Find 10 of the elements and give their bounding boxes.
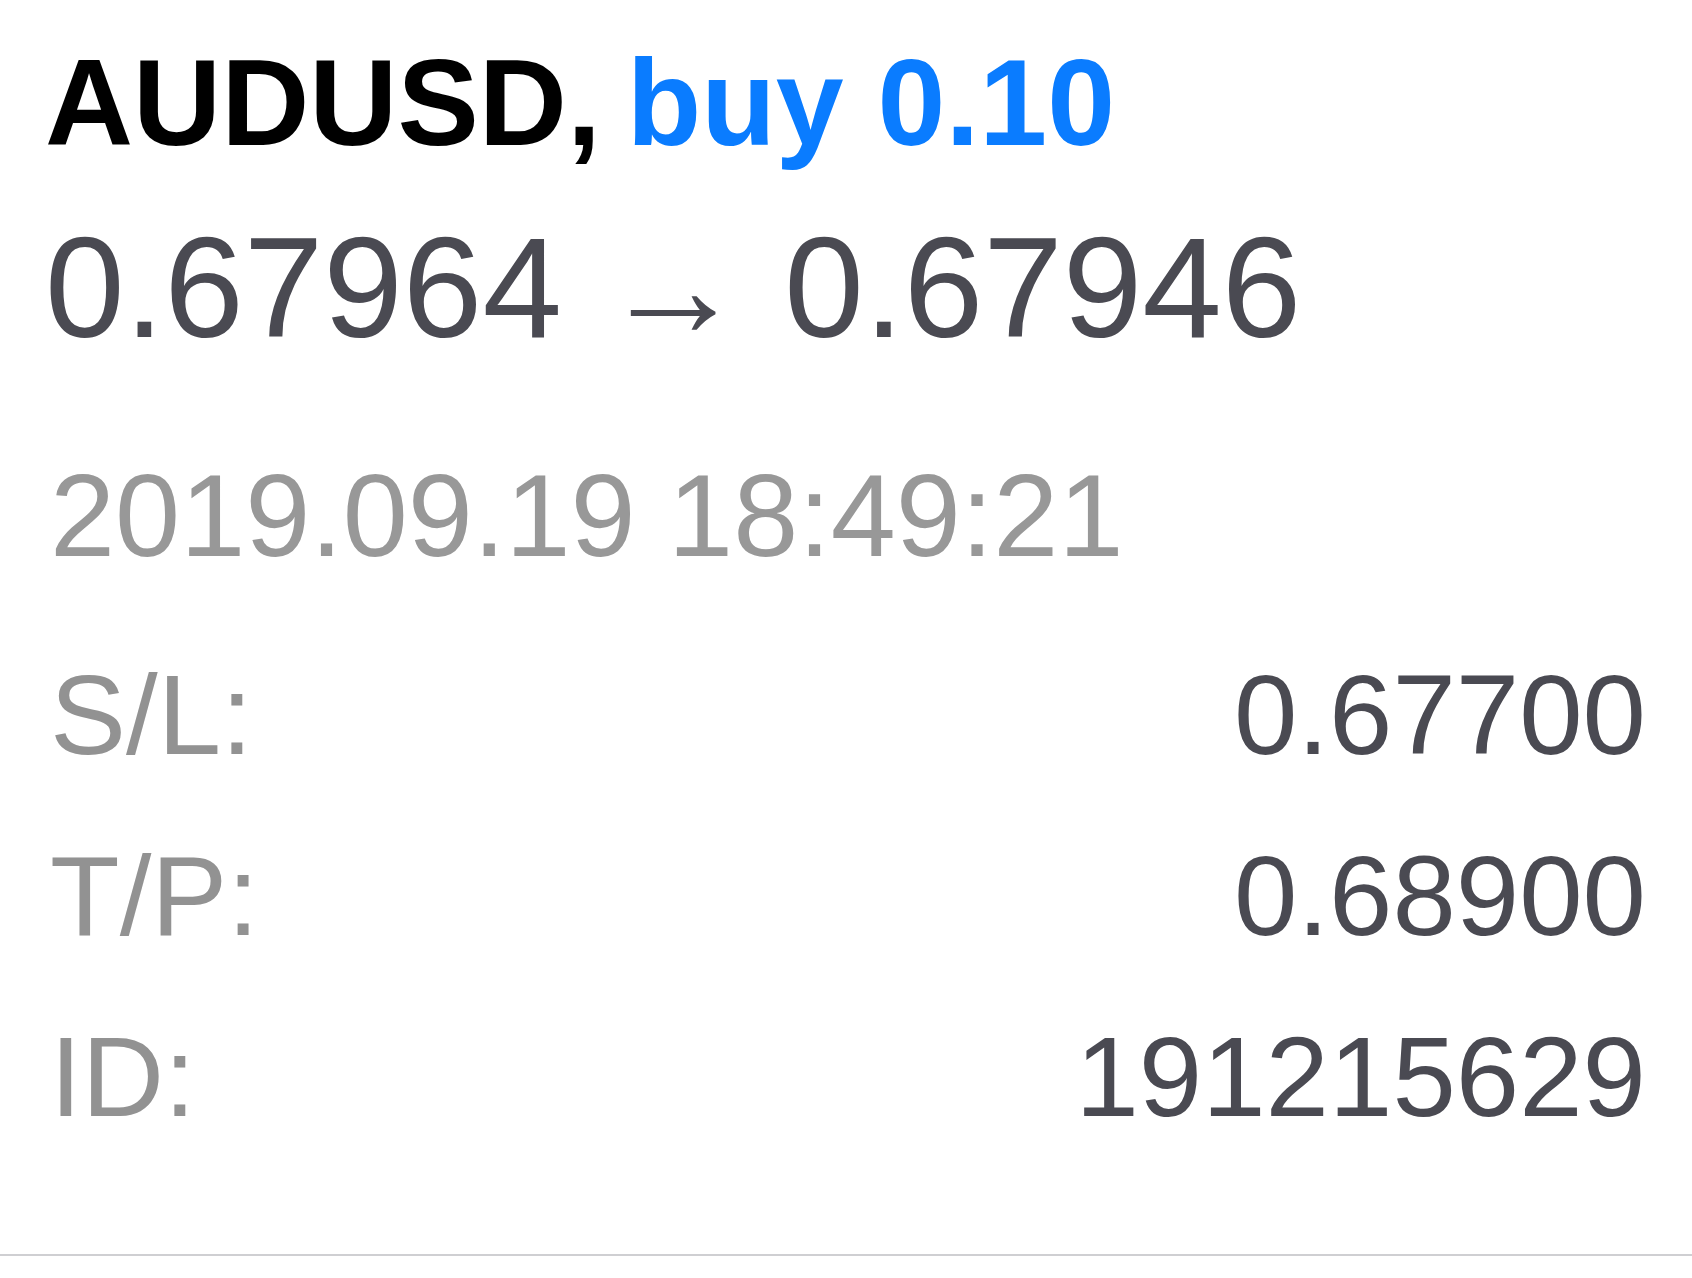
detail-value: 0.67700: [1233, 658, 1646, 773]
order-label: buy 0.10: [626, 34, 1116, 173]
detail-label: S/L:: [49, 658, 253, 773]
detail-value: 0.68900: [1233, 839, 1646, 954]
detail-label: ID:: [49, 1020, 196, 1135]
timestamp-text: 2019.09.19 18:49:21: [49, 457, 1125, 575]
price-change-text: 0.67964 → 0.67946: [45, 216, 1303, 360]
detail-label: T/P:: [49, 839, 260, 954]
detail-value: 191215629: [1075, 1020, 1646, 1135]
symbol-label: AUDUSD,: [45, 34, 601, 173]
